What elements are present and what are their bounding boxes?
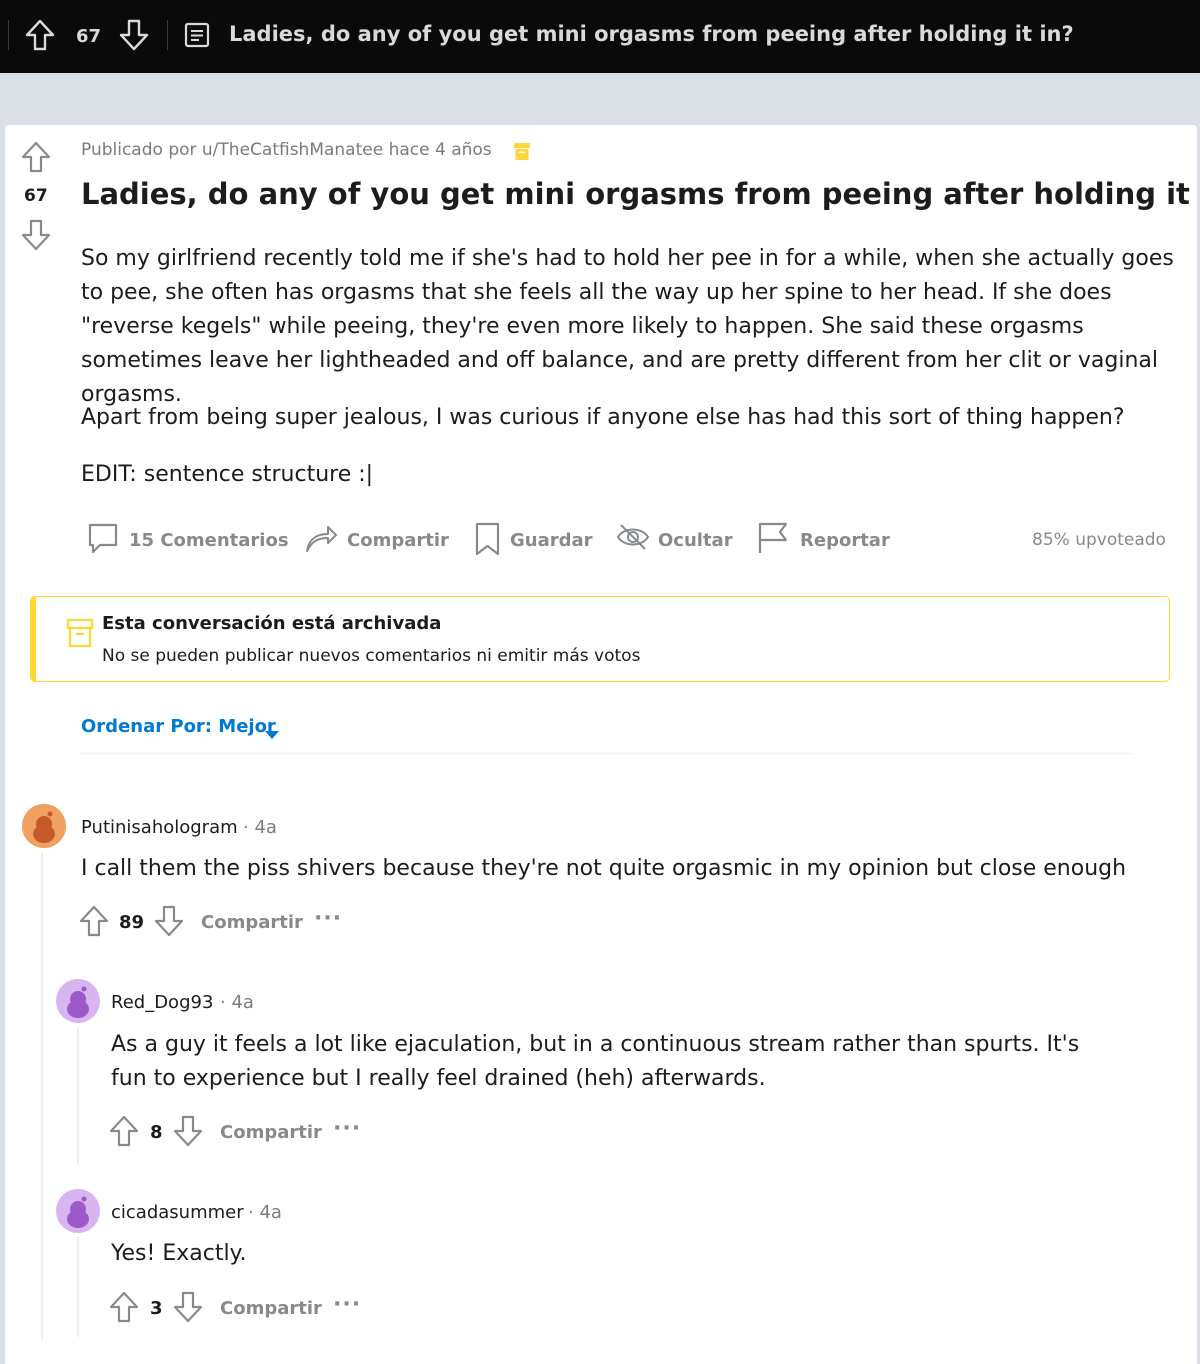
sticky-post-title[interactable]: Ladies, do any of you get mini orgasms f… — [229, 22, 1074, 46]
thread-line[interactable] — [41, 852, 43, 1340]
post-body-paragraph: EDIT: sentence structure :| — [81, 462, 374, 487]
upvote-icon[interactable] — [108, 1114, 140, 1152]
upvote-icon[interactable] — [78, 904, 110, 942]
save-label: Guardar — [510, 530, 593, 551]
upvote-icon[interactable] — [108, 1290, 140, 1328]
sticky-post-header: 67 Ladies, do any of you get mini orgasm… — [0, 0, 1200, 73]
archived-title: Esta conversación está archivada — [102, 613, 442, 634]
more-options-icon[interactable]: ··· — [333, 1116, 361, 1141]
comment-body: Yes! Exactly. — [111, 1241, 247, 1266]
post-icon — [184, 22, 210, 52]
upvote-icon[interactable] — [24, 18, 56, 56]
comments-count: 15 Comentarios — [129, 530, 289, 551]
share-button[interactable]: Compartir — [201, 912, 303, 933]
downvote-icon[interactable] — [19, 218, 53, 256]
sort-dropdown[interactable]: Ordenar Por: Mejor — [81, 716, 279, 744]
bookmark-icon — [474, 521, 502, 561]
upvote-ratio: 85% upvoteado — [1032, 530, 1166, 550]
archive-box-icon — [66, 618, 94, 652]
vote-score: 67 — [76, 26, 102, 47]
hide-label: Ocultar — [658, 530, 733, 551]
share-icon — [304, 521, 338, 561]
downvote-icon[interactable] — [153, 904, 185, 942]
comment-score: 89 — [119, 912, 145, 933]
downvote-icon[interactable] — [118, 18, 150, 56]
share-button[interactable]: Compartir — [220, 1298, 322, 1319]
comment-body: I call them the piss shivers because the… — [81, 856, 1127, 881]
archived-subtitle: No se pueden publicar nuevos comentarios… — [102, 646, 641, 666]
post-body-paragraph: So my girlfriend recently told me if she… — [81, 246, 1174, 407]
comment-author[interactable]: Putinisahologram — [81, 817, 238, 838]
thread-line[interactable] — [77, 1237, 79, 1337]
post-body-paragraph: Apart from being super jealous, I was cu… — [81, 405, 1125, 430]
comment-author[interactable]: Red_Dog93 — [111, 992, 213, 1013]
caret-down-icon — [265, 725, 279, 744]
comment-time: · 4a — [248, 1202, 282, 1223]
flag-icon — [757, 521, 791, 561]
post-score: 67 — [24, 186, 48, 206]
divider — [167, 20, 168, 50]
comment-time: · 4a — [243, 817, 277, 838]
downvote-icon[interactable] — [172, 1290, 204, 1328]
comment-score: 3 — [150, 1298, 163, 1319]
downvote-icon[interactable] — [172, 1114, 204, 1152]
divider — [8, 20, 9, 50]
comment-body: As a guy it feels a lot like ejaculation… — [111, 1032, 1080, 1091]
upvote-icon[interactable] — [19, 140, 53, 178]
avatar[interactable] — [56, 1189, 100, 1233]
comment-author[interactable]: cicadasummer — [111, 1202, 244, 1223]
post-meta[interactable]: Publicado por u/TheCatfishManatee hace 4… — [81, 140, 492, 160]
archived-icon — [514, 143, 530, 164]
more-options-icon[interactable]: ··· — [314, 906, 342, 931]
report-label: Reportar — [800, 530, 890, 551]
comment-score: 8 — [150, 1122, 163, 1143]
sort-label: Ordenar Por: Mejor — [81, 716, 276, 737]
comment-icon — [86, 521, 120, 561]
thread-line[interactable] — [77, 1027, 79, 1165]
avatar[interactable] — [56, 979, 100, 1023]
share-button[interactable]: Compartir — [220, 1122, 322, 1143]
comment-time: · 4a — [220, 992, 254, 1013]
archived-banner — [30, 596, 1170, 682]
divider — [81, 753, 1134, 754]
share-label: Compartir — [347, 530, 449, 551]
avatar[interactable] — [22, 804, 66, 848]
post-title[interactable]: Ladies, do any of you get mini orgasms f… — [81, 177, 1200, 211]
eye-slash-icon — [616, 521, 650, 561]
more-options-icon[interactable]: ··· — [333, 1292, 361, 1317]
